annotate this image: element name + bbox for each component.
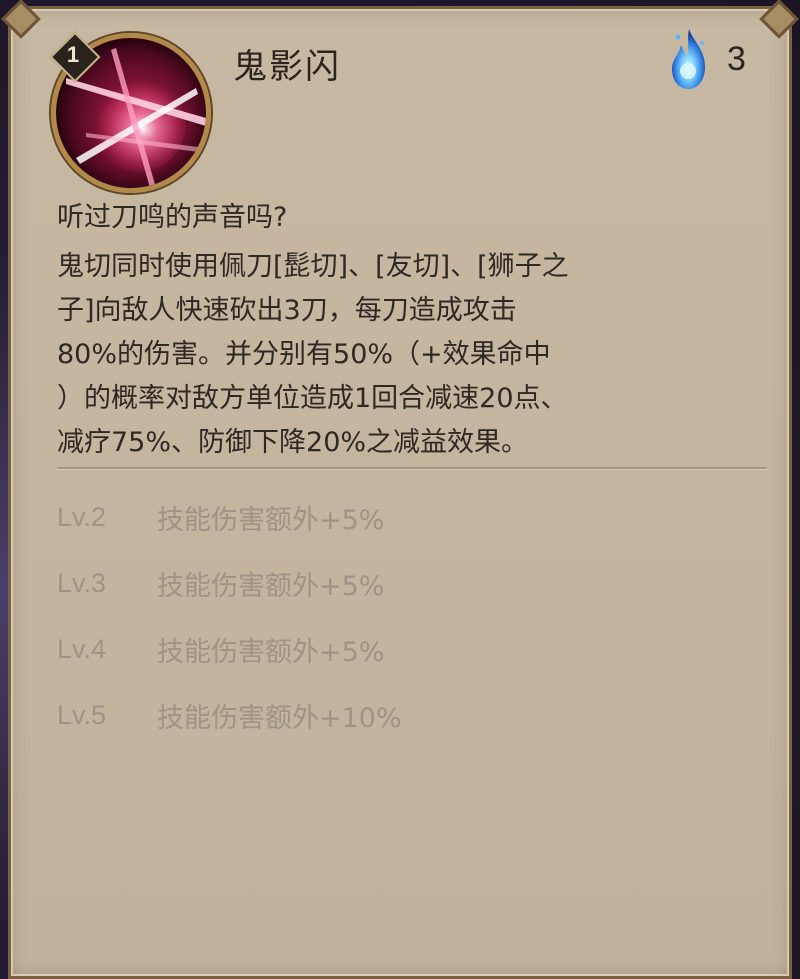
divider [57, 467, 767, 469]
level-row: Lv.3 技能伤害额外+5% [57, 561, 757, 605]
level-row: Lv.4 技能伤害额外+5% [57, 627, 757, 671]
description-line: ）的概率对敌方单位造成1回合减速20点、 [57, 383, 568, 414]
level-label: Lv.2 [57, 501, 107, 532]
skill-detail-panel: 1 鬼影闪 3 听过刀鸣的声音吗? 鬼切同时使用佩刀[髭切]、[友切]、[狮子之… [1, 0, 799, 979]
level-label: Lv.3 [57, 567, 107, 598]
level-effect: 技能伤害额外+10% [157, 702, 402, 734]
fire-cost: 3 [667, 27, 746, 91]
description-line: 80%的伤害。并分别有50%（+效果命中 [57, 339, 551, 370]
description-line: 减疗75%、防御下降20%之减益效果。 [57, 427, 529, 458]
level-label: Lv.4 [57, 633, 107, 664]
description-line: 子]向敌人快速砍出3刀，每刀造成攻击 [57, 295, 517, 326]
level-row: Lv.2 技能伤害额外+5% [57, 495, 757, 539]
level-row: Lv.5 技能伤害额外+10% [57, 693, 757, 737]
flavor-text: 听过刀鸣的声音吗? [57, 202, 288, 233]
level-effect: 技能伤害额外+5% [157, 504, 385, 536]
cost-number: 1 [66, 42, 80, 67]
level-upgrade-list: Lv.2 技能伤害额外+5% Lv.3 技能伤害额外+5% Lv.4 技能伤害额… [57, 495, 757, 759]
level-label: Lv.5 [57, 699, 107, 730]
level-effect: 技能伤害额外+5% [157, 570, 385, 602]
cost-badge: 1 [49, 31, 101, 83]
level-effect: 技能伤害额外+5% [157, 636, 385, 668]
blue-soul-fire-icon [672, 29, 705, 89]
fire-count: 3 [727, 39, 746, 78]
skill-description: 鬼切同时使用佩刀[髭切]、[友切]、[狮子之 子]向敌人快速砍出3刀，每刀造成攻… [57, 245, 763, 465]
description-line: 鬼切同时使用佩刀[髭切]、[友切]、[狮子之 [57, 251, 569, 282]
skill-title: 鬼影闪 [233, 47, 341, 87]
